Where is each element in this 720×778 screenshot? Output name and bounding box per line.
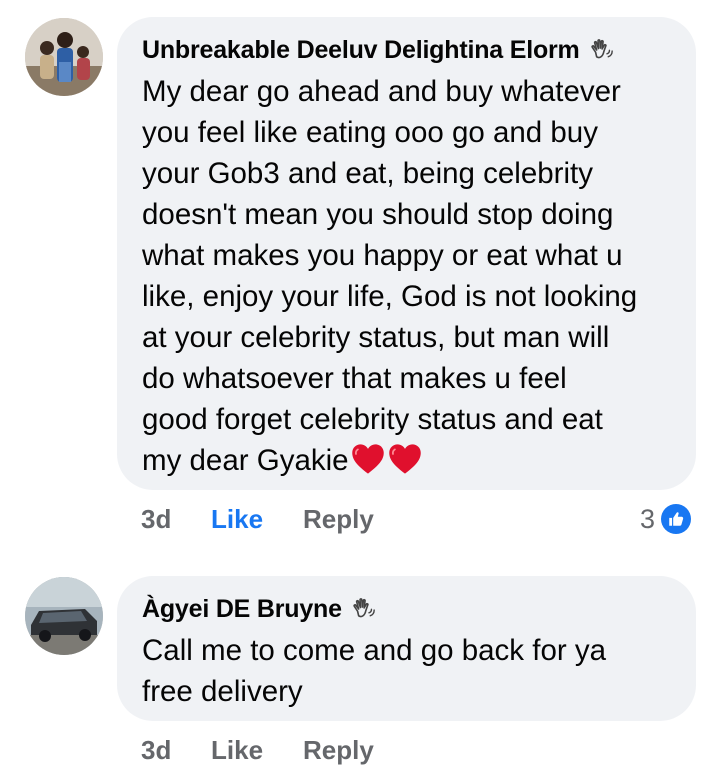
red-heart-icon	[388, 444, 421, 474]
like-icon	[661, 504, 692, 534]
reply-button[interactable]: Reply	[303, 735, 374, 766]
comment-actions: 3d Like Reply	[141, 733, 374, 767]
comment-author-name[interactable]: Àgyei DE Bruyne	[142, 595, 342, 624]
comment-text-container: My dear go ahead and buy whatever you fe…	[142, 71, 672, 481]
comment-actions: 3d Like Reply	[141, 502, 374, 536]
wave-hand-icon	[353, 598, 375, 618]
comment-bubble: Àgyei DE Bruyne Call me to come and go b…	[117, 576, 696, 721]
comment-timestamp[interactable]: 3d	[141, 735, 211, 766]
like-button[interactable]: Like	[211, 504, 303, 535]
comment-author-avatar[interactable]	[25, 18, 103, 96]
comment-author-avatar[interactable]	[25, 577, 103, 655]
comment-text: Call me to come and go back for ya free …	[142, 634, 607, 708]
wave-hand-icon	[590, 39, 613, 59]
reaction-summary[interactable]: 3	[640, 502, 692, 536]
comment-author-name[interactable]: Unbreakable Deeluv Delightina Elorm	[142, 36, 580, 65]
comment-bubble: Unbreakable Deeluv Delightina Elorm My d…	[117, 17, 696, 490]
comment-text: My dear go ahead and buy whatever you fe…	[142, 75, 638, 477]
reply-button[interactable]: Reply	[303, 504, 374, 535]
avatar-photo	[25, 18, 103, 96]
comment-timestamp[interactable]: 3d	[141, 504, 211, 535]
avatar-photo	[25, 577, 103, 655]
reaction-count: 3	[640, 503, 656, 534]
like-button[interactable]: Like	[211, 735, 303, 766]
red-heart-icon	[351, 444, 384, 474]
comment-text-container: Call me to come and go back for ya free …	[142, 630, 672, 712]
